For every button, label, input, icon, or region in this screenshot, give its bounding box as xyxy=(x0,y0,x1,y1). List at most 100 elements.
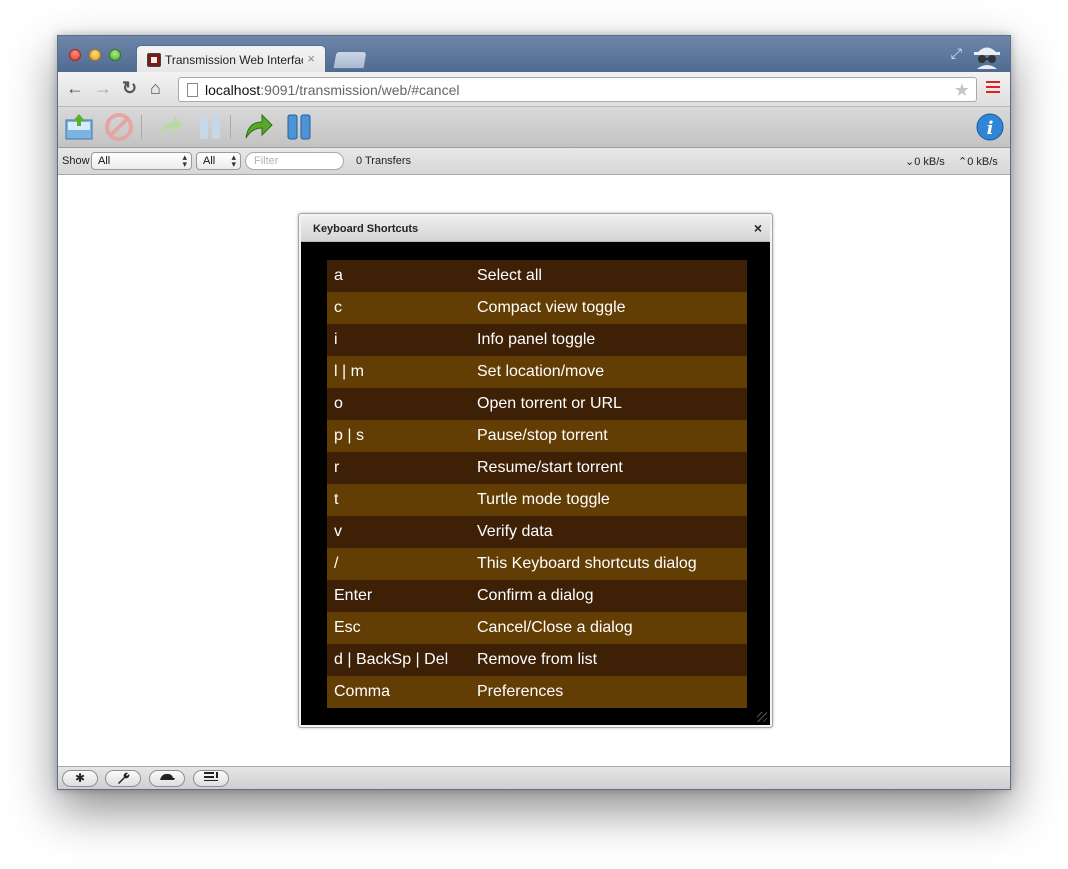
show-label: Show xyxy=(62,155,90,167)
back-arrow-icon[interactable]: ← xyxy=(66,78,84,99)
shortcut-action: Turtle mode toggle xyxy=(477,491,610,508)
resize-grip-icon[interactable] xyxy=(757,712,767,722)
shortcut-row: t Turtle mode toggle xyxy=(327,484,747,516)
shortcut-key: r xyxy=(334,459,340,476)
dialog-title: Keyboard Shortcuts xyxy=(313,223,419,235)
download-speed: ⌄0 kB/s xyxy=(905,156,945,168)
wrench-button[interactable] xyxy=(105,770,141,787)
shortcut-row: Esc Cancel/Close a dialog xyxy=(327,612,747,644)
turtle-icon xyxy=(160,773,175,780)
resume-icon[interactable] xyxy=(156,112,186,142)
tab-title: Transmission Web Interface xyxy=(165,53,303,67)
shortcut-row: v Verify data xyxy=(327,516,747,548)
url-text: localhost:9091/transmission/web/#cancel xyxy=(205,82,460,98)
shortcut-row: Comma Preferences xyxy=(327,676,747,708)
transmission-favicon-icon xyxy=(147,53,161,67)
tracker-filter-select[interactable]: All ▴ ▾ xyxy=(196,152,241,170)
shortcut-key: d | BackSp | Del xyxy=(334,651,449,668)
window-maximize-button[interactable] xyxy=(109,49,121,61)
wrench-icon xyxy=(118,772,130,784)
browser-toolbar: ← → ↻ ⌂ localhost:9091/transmission/web/… xyxy=(58,72,1010,107)
shortcut-action: Select all xyxy=(477,267,542,284)
download-arrow-icon: ⌄ xyxy=(905,156,915,168)
browser-tab[interactable]: Transmission Web Interface × xyxy=(136,45,326,73)
select-arrows-icon: ▴ ▾ xyxy=(231,152,236,169)
bottom-bar: ✱ xyxy=(58,766,1010,789)
shortcut-key: Comma xyxy=(334,683,391,700)
shortcut-key: p | s xyxy=(334,427,364,444)
shortcut-action: Confirm a dialog xyxy=(477,587,594,604)
window-minimize-button[interactable] xyxy=(89,49,101,61)
upload-arrow-icon: ⌃ xyxy=(958,156,968,168)
reload-icon[interactable]: ↻ xyxy=(122,78,137,99)
shortcut-key: / xyxy=(334,555,339,572)
shortcut-key: l | m xyxy=(334,363,364,380)
turtle-button[interactable] xyxy=(149,770,185,787)
keyboard-shortcuts-dialog: Keyboard Shortcuts × a Select all c Compact… xyxy=(298,213,773,728)
shortcut-row: p | s Pause/stop torrent xyxy=(327,420,747,452)
shortcut-action: Pause/stop torrent xyxy=(477,427,608,444)
open-torrent-icon[interactable] xyxy=(64,112,94,142)
shortcut-row: / This Keyboard shortcuts dialog xyxy=(327,548,747,580)
pause-all-icon[interactable] xyxy=(284,112,314,142)
dialog-body: a Select all c Compact view toggle i Info pan… xyxy=(301,242,770,725)
pause-icon[interactable] xyxy=(195,112,225,142)
filter-input[interactable]: Filter xyxy=(245,152,344,170)
transfer-count: 0 Transfers xyxy=(356,155,412,167)
home-icon[interactable]: ⌂ xyxy=(150,78,161,99)
fullscreen-icon[interactable]: ⤢ xyxy=(951,45,962,62)
filter-bar: Show All ▴ ▾ All ▴ ▾ Filter 0 Transfers ⌄0 k… xyxy=(58,148,1010,175)
shortcut-row: c Compact view toggle xyxy=(327,292,747,324)
shortcut-action: Compact view toggle xyxy=(477,299,626,316)
compact-view-button[interactable] xyxy=(193,770,229,787)
shortcut-action: Resume/start torrent xyxy=(477,459,623,476)
title-bar: Transmission Web Interface × ⤢ xyxy=(58,36,1010,73)
forward-arrow-icon[interactable]: → xyxy=(94,78,112,99)
shortcut-row: l | m Set location/move xyxy=(327,356,747,388)
toolbar-separator xyxy=(230,115,231,139)
new-tab-button[interactable] xyxy=(332,51,368,69)
shortcut-row: r Resume/start torrent xyxy=(327,452,747,484)
shortcut-key: i xyxy=(334,331,338,348)
shortcut-key: t xyxy=(334,491,339,508)
shortcut-row: Enter Confirm a dialog xyxy=(327,580,747,612)
window-close-button[interactable] xyxy=(69,49,81,61)
shortcut-table: a Select all c Compact view toggle i Info pan… xyxy=(327,260,747,708)
address-bar[interactable]: localhost:9091/transmission/web/#cancel … xyxy=(178,77,977,102)
remove-icon[interactable] xyxy=(104,112,134,142)
upload-speed: ⌃0 kB/s xyxy=(958,156,998,168)
shortcut-action: Preferences xyxy=(477,683,564,700)
tab-close-icon[interactable]: × xyxy=(307,51,315,66)
info-icon[interactable]: i xyxy=(975,112,1005,142)
state-filter-select[interactable]: All ▴ ▾ xyxy=(91,152,192,170)
shortcut-key: Enter xyxy=(334,587,373,604)
bookmark-star-icon[interactable]: ★ xyxy=(954,80,970,101)
resume-all-icon[interactable] xyxy=(244,112,274,142)
transmission-toolbar: i xyxy=(58,107,1010,148)
shortcut-action: Info panel toggle xyxy=(477,331,596,348)
dialog-close-icon[interactable]: × xyxy=(754,220,762,236)
shortcut-row: o Open torrent or URL xyxy=(327,388,747,420)
shortcut-action: Open torrent or URL xyxy=(477,395,622,412)
toolbar-separator xyxy=(141,115,142,139)
shortcut-action: Set location/move xyxy=(477,363,605,380)
shortcut-action: This Keyboard shortcuts dialog xyxy=(477,555,697,572)
page-icon xyxy=(187,83,198,97)
select-arrows-icon: ▴ ▾ xyxy=(182,152,187,169)
browser-window: Transmission Web Interface × ⤢ ← → ↻ ⌂ l… xyxy=(57,35,1011,790)
shortcut-key: Esc xyxy=(334,619,361,636)
shortcut-key: c xyxy=(334,299,342,316)
shortcut-row: i Info panel toggle xyxy=(327,324,747,356)
shortcut-row: d | BackSp | Del Remove from list xyxy=(327,644,747,676)
shortcut-key: o xyxy=(334,395,343,412)
shortcut-action: Cancel/Close a dialog xyxy=(477,619,633,636)
shortcut-action: Remove from list xyxy=(477,651,598,668)
shortcut-action: Verify data xyxy=(477,523,553,540)
shortcut-key: a xyxy=(334,267,343,284)
dialog-header: Keyboard Shortcuts × xyxy=(301,216,770,242)
svg-text:i: i xyxy=(987,118,994,139)
incognito-icon xyxy=(974,47,1000,69)
chrome-menu-icon[interactable] xyxy=(986,81,1000,93)
shortcut-key: v xyxy=(334,523,342,540)
settings-gear-button[interactable]: ✱ xyxy=(62,770,98,787)
